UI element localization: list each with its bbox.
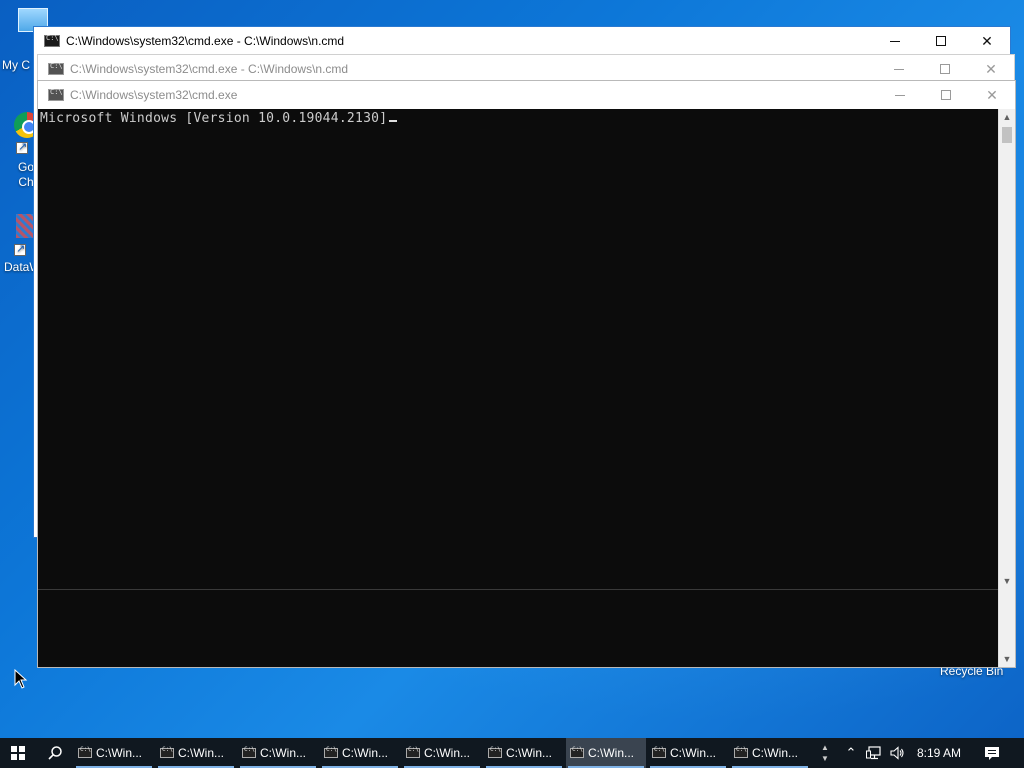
vertical-scrollbar[interactable]: ▲ ▼ ▼ xyxy=(998,109,1015,667)
action-center-button[interactable] xyxy=(970,738,1014,768)
show-hidden-icons-button[interactable]: ⌃ xyxy=(840,738,862,768)
taskbar-button-label: C:\Win... xyxy=(588,746,635,760)
taskbar-button-cmd[interactable]: C:\Win... xyxy=(730,738,810,768)
volume-button[interactable] xyxy=(886,738,908,768)
window-title: C:\Windows\system32\cmd.exe - C:\Windows… xyxy=(66,34,345,48)
window-titlebar[interactable]: C:\Windows\system32\cmd.exe - C:\Windows… xyxy=(38,55,1014,83)
taskbar-button-cmd[interactable]: C:\Win... xyxy=(402,738,482,768)
cmd-icon xyxy=(160,746,174,758)
volume-icon xyxy=(890,746,904,760)
close-icon: ✕ xyxy=(985,60,997,77)
cmd-icon xyxy=(48,62,64,75)
window-titlebar[interactable]: C:\Windows\system32\cmd.exe ✕ xyxy=(38,81,1015,109)
console-area[interactable]: Microsoft Windows [Version 10.0.19044.21… xyxy=(38,109,1000,667)
close-button[interactable]: ✕ xyxy=(968,55,1014,83)
text-cursor xyxy=(389,120,398,122)
scroll-up-button[interactable]: ▲ xyxy=(999,109,1015,125)
taskbar-scroll-buttons[interactable]: ▲ ▼ xyxy=(818,738,832,768)
close-icon: ✕ xyxy=(981,32,993,49)
search-button[interactable] xyxy=(36,738,74,768)
taskbar-button-cmd[interactable]: C:\Win... xyxy=(484,738,564,768)
taskbar-apps: C:\Win... C:\Win... C:\Win... C:\Win... … xyxy=(74,738,812,768)
cmd-icon xyxy=(48,88,64,101)
scroll-thumb[interactable] xyxy=(1002,127,1012,143)
clock-time: 8:19 AM xyxy=(916,746,962,760)
clock[interactable]: 8:19 AM xyxy=(908,738,970,768)
cmd-icon xyxy=(78,746,92,758)
taskbar-button-label: C:\Win... xyxy=(342,746,389,760)
console-output: Microsoft Windows [Version 10.0.19044.21… xyxy=(40,111,398,126)
window-title: C:\Windows\system32\cmd.exe - C:\Windows… xyxy=(70,62,349,76)
desktop-icon-label: Go Ch xyxy=(18,160,35,189)
maximize-icon xyxy=(936,36,946,46)
taskbar-button-cmd[interactable]: C:\Win... xyxy=(156,738,236,768)
notification-icon xyxy=(985,747,999,760)
close-button[interactable]: ✕ xyxy=(969,81,1015,109)
cmd-icon xyxy=(406,746,420,758)
taskbar-button-label: C:\Win... xyxy=(752,746,799,760)
taskbar-button-label: C:\Win... xyxy=(424,746,471,760)
scroll-down-button[interactable]: ▼ xyxy=(999,573,1015,589)
taskbar-button-cmd-active[interactable]: C:\Win... xyxy=(566,738,646,768)
cmd-icon xyxy=(488,746,502,758)
taskbar-button-label: C:\Win... xyxy=(670,746,717,760)
minimize-icon xyxy=(890,40,900,42)
cmd-window-front[interactable]: C:\Windows\system32\cmd.exe ✕ Microsoft … xyxy=(37,80,1016,668)
minimize-icon xyxy=(894,68,904,70)
taskbar-button-cmd[interactable]: C:\Win... xyxy=(648,738,728,768)
taskbar-button-label: C:\Win... xyxy=(506,746,553,760)
cmd-icon xyxy=(324,746,338,758)
taskbar-button-label: C:\Win... xyxy=(96,746,143,760)
shortcut-arrow-icon xyxy=(16,140,28,154)
start-button[interactable] xyxy=(0,738,36,768)
minimize-button[interactable] xyxy=(872,27,918,55)
network-button[interactable] xyxy=(862,738,886,768)
maximize-icon xyxy=(941,90,951,100)
console-divider xyxy=(38,589,1000,590)
chevron-up-icon: ⌃ xyxy=(845,745,857,760)
maximize-button[interactable] xyxy=(923,81,969,109)
taskbar-button-cmd[interactable]: C:\Win... xyxy=(74,738,154,768)
close-icon: ✕ xyxy=(986,86,998,103)
scroll-down-button-lower[interactable]: ▼ xyxy=(999,651,1015,667)
taskbar-button-label: C:\Win... xyxy=(260,746,307,760)
taskbar-button-cmd[interactable]: C:\Win... xyxy=(320,738,400,768)
chevron-up-icon[interactable]: ▲ xyxy=(821,742,829,753)
shortcut-arrow-icon xyxy=(14,242,26,256)
taskbar-button-label: C:\Win... xyxy=(178,746,225,760)
taskbar-button-cmd[interactable]: C:\Win... xyxy=(238,738,318,768)
mouse-cursor-icon xyxy=(14,668,28,694)
network-icon xyxy=(866,746,881,760)
windows-logo-icon xyxy=(11,746,25,760)
cmd-icon xyxy=(570,746,584,758)
cmd-icon xyxy=(734,746,748,758)
cmd-icon xyxy=(652,746,666,758)
window-title: C:\Windows\system32\cmd.exe xyxy=(70,88,238,102)
chevron-down-icon[interactable]: ▼ xyxy=(821,753,829,764)
cmd-icon xyxy=(44,34,60,47)
taskbar: C:\Win... C:\Win... C:\Win... C:\Win... … xyxy=(0,738,1024,768)
minimize-icon xyxy=(895,94,905,96)
maximize-button[interactable] xyxy=(918,27,964,55)
desktop-icon-label: My C xyxy=(2,58,30,72)
minimize-button[interactable] xyxy=(876,55,922,83)
close-button[interactable]: ✕ xyxy=(964,27,1010,55)
maximize-button[interactable] xyxy=(922,55,968,83)
search-icon xyxy=(48,746,62,760)
system-tray: ⌃ 8:19 AM xyxy=(840,738,1014,768)
window-titlebar[interactable]: C:\Windows\system32\cmd.exe - C:\Windows… xyxy=(34,27,1010,55)
console-line: Microsoft Windows [Version 10.0.19044.21… xyxy=(40,111,388,126)
maximize-icon xyxy=(940,64,950,74)
cmd-icon xyxy=(242,746,256,758)
minimize-button[interactable] xyxy=(877,81,923,109)
